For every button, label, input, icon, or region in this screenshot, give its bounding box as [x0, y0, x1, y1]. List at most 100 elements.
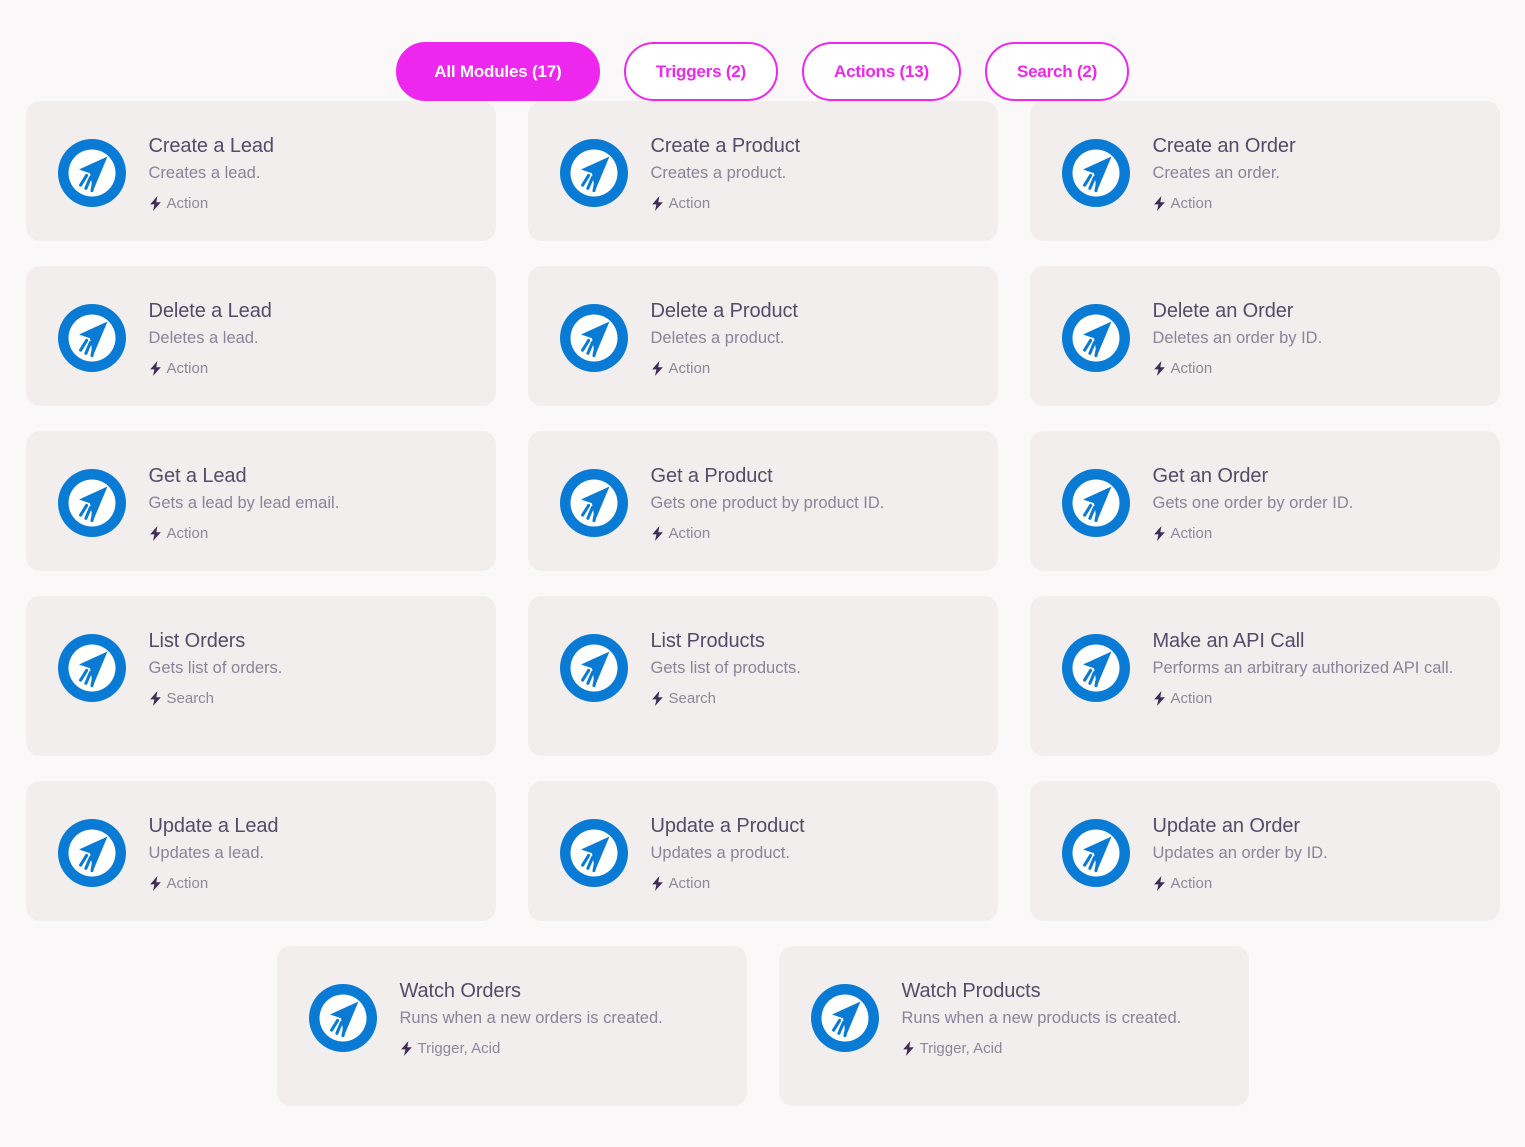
module-card[interactable]: List Products Gets list of products. Searc… — [527, 596, 998, 756]
module-type-badge: Action — [1153, 525, 1476, 542]
module-type-badge: Action — [149, 195, 472, 212]
tab-all-modules[interactable]: All Modules (17) — [395, 42, 600, 101]
module-card[interactable]: Get an Order Gets one order by order ID. A… — [1029, 431, 1500, 571]
module-type-label: Search — [668, 690, 717, 708]
pointer-plane-icon — [810, 984, 879, 1052]
module-card[interactable]: Get a Product Gets one product by product… — [527, 431, 998, 571]
module-title: Delete a Product — [650, 300, 798, 322]
module-type-label: Trigger, Acid — [919, 1040, 1003, 1058]
module-card-body: Get an Order Gets one order by order ID. A… — [1153, 461, 1476, 542]
module-type-label: Action — [166, 875, 209, 893]
modules-page: All Modules (17) Triggers (2) Actions (13)… — [0, 0, 1525, 1147]
tab-triggers[interactable]: Triggers (2) — [623, 42, 779, 101]
module-title: Watch Orders — [399, 980, 522, 1002]
module-card-body: Create a Product Creates a product. Action — [651, 131, 974, 212]
module-description: Gets a lead by lead email. — [148, 494, 340, 512]
module-filter-tabs: All Modules (17) Triggers (2) Actions (13)… — [0, 0, 1525, 101]
module-description: Creates a lead. — [148, 164, 261, 182]
pointer-plane-icon — [1061, 469, 1130, 537]
module-type-badge: Trigger, Acid — [902, 1040, 1225, 1057]
lightning-bolt-icon — [149, 876, 162, 892]
lightning-bolt-icon — [1153, 691, 1166, 707]
module-type-label: Action — [166, 360, 209, 378]
pointer-plane-icon — [1061, 304, 1130, 372]
pointer-plane-icon — [1061, 634, 1130, 702]
module-card-body: Update a Lead Updates a lead. Action — [149, 811, 472, 892]
module-type-badge: Action — [651, 875, 974, 892]
module-type-badge: Action — [651, 360, 974, 377]
module-type-badge: Action — [1153, 875, 1476, 892]
module-card-body: Get a Product Gets one product by product… — [651, 461, 974, 542]
module-card-body: List Products Gets list of products. Searc… — [651, 626, 974, 707]
module-type-label: Action — [1170, 875, 1213, 893]
module-card-body: Delete a Lead Deletes a lead. Action — [149, 296, 472, 377]
module-card[interactable]: Delete an Order Deletes an order by ID. Ac… — [1029, 266, 1500, 406]
pointer-plane-icon — [57, 819, 126, 887]
pointer-plane-icon — [559, 304, 628, 372]
module-title: Delete a Lead — [148, 300, 272, 322]
module-card[interactable]: Watch Orders Runs when a new orders is cr… — [276, 946, 747, 1106]
pointer-plane-icon — [57, 139, 126, 207]
module-card[interactable]: Create an Order Creates an order. Action — [1029, 101, 1500, 241]
module-description: Updates a lead. — [148, 844, 265, 862]
pointer-plane-icon — [559, 819, 628, 887]
module-type-label: Action — [1170, 690, 1213, 708]
module-card-body: Watch Orders Runs when a new orders is cr… — [400, 976, 723, 1057]
lightning-bolt-icon — [651, 876, 664, 892]
module-card[interactable]: Create a Lead Creates a lead. Action — [25, 101, 496, 241]
module-title: Delete an Order — [1152, 300, 1294, 322]
module-card-body: Delete an Order Deletes an order by ID. Ac… — [1153, 296, 1476, 377]
module-card[interactable]: List Orders Gets list of orders. Search — [25, 596, 496, 756]
pointer-plane-icon — [1061, 819, 1130, 887]
module-type-label: Action — [668, 875, 711, 893]
module-type-badge: Action — [1153, 360, 1476, 377]
lightning-bolt-icon — [651, 361, 664, 377]
module-description: Deletes a product. — [650, 329, 785, 347]
module-type-label: Action — [1170, 525, 1213, 543]
tab-search[interactable]: Search (2) — [984, 42, 1130, 101]
module-type-label: Action — [1170, 195, 1213, 213]
module-title: List Products — [650, 630, 765, 652]
module-type-badge: Action — [651, 525, 974, 542]
module-description: Updates an order by ID. — [1152, 844, 1328, 862]
module-card-body: List Orders Gets list of orders. Search — [149, 626, 472, 707]
module-card[interactable]: Delete a Product Deletes a product. Action — [527, 266, 998, 406]
pointer-plane-icon — [559, 139, 628, 207]
lightning-bolt-icon — [651, 526, 664, 542]
module-card[interactable]: Update a Product Updates a product. Action — [527, 781, 998, 921]
module-card-body: Create a Lead Creates a lead. Action — [149, 131, 472, 212]
module-type-label: Action — [668, 360, 711, 378]
module-card[interactable]: Get a Lead Gets a lead by lead email. Acti… — [25, 431, 496, 571]
module-type-label: Action — [668, 525, 711, 543]
module-description: Deletes a lead. — [148, 329, 259, 347]
tab-actions[interactable]: Actions (13) — [802, 42, 961, 101]
module-title: Create a Product — [650, 135, 801, 157]
module-type-label: Search — [166, 690, 215, 708]
module-description: Runs when a new products is created. — [901, 1009, 1182, 1027]
pointer-plane-icon — [559, 634, 628, 702]
module-card-body: Update a Product Updates a product. Action — [651, 811, 974, 892]
module-type-label: Trigger, Acid — [417, 1040, 501, 1058]
lightning-bolt-icon — [149, 361, 162, 377]
lightning-bolt-icon — [149, 526, 162, 542]
module-title: Get a Lead — [148, 465, 247, 487]
module-type-label: Action — [166, 525, 209, 543]
module-description: Performs an arbitrary authorized API cal… — [1152, 659, 1454, 677]
pointer-plane-icon — [57, 469, 126, 537]
module-description: Gets list of orders. — [148, 659, 283, 677]
pointer-plane-icon — [1061, 139, 1130, 207]
module-card[interactable]: Create a Product Creates a product. Action — [527, 101, 998, 241]
module-card[interactable]: Make an API Call Performs an arbitrary au… — [1029, 596, 1500, 756]
module-description: Gets one product by product ID. — [650, 494, 885, 512]
module-description: Gets list of products. — [650, 659, 801, 677]
module-title: Update a Lead — [148, 815, 279, 837]
module-type-badge: Action — [149, 360, 472, 377]
module-card[interactable]: Watch Products Runs when a new products i… — [778, 946, 1249, 1106]
module-card[interactable]: Update an Order Updates an order by ID. Ac… — [1029, 781, 1500, 921]
module-description: Gets one order by order ID. — [1152, 494, 1354, 512]
module-card[interactable]: Delete a Lead Deletes a lead. Action — [25, 266, 496, 406]
module-type-badge: Action — [1153, 195, 1476, 212]
pointer-plane-icon — [57, 634, 126, 702]
lightning-bolt-icon — [149, 691, 162, 707]
module-card[interactable]: Update a Lead Updates a lead. Action — [25, 781, 496, 921]
